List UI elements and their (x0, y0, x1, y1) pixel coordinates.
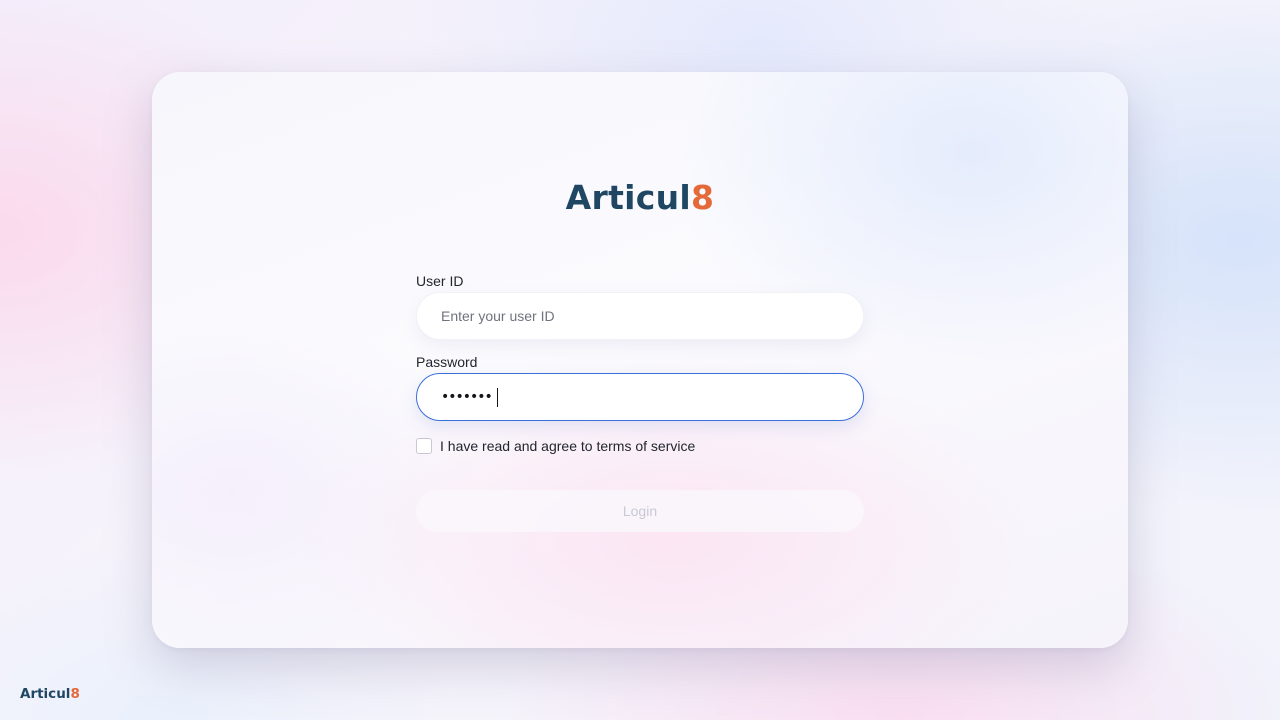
password-masked-value: ••••••• (441, 389, 493, 405)
logo-wordmark: Articul (565, 178, 692, 217)
password-label: Password (416, 354, 478, 370)
user-id-field-wrapper (416, 292, 864, 340)
password-input[interactable]: ••••••• (416, 373, 864, 421)
terms-label[interactable]: I have read and agree to terms of servic… (440, 438, 695, 454)
footer-logo-wordmark: Articul (20, 686, 71, 702)
user-id-label: User ID (416, 273, 464, 289)
footer-logo-accent: 8 (70, 686, 80, 702)
text-caret (497, 388, 498, 407)
logo-accent: 8 (691, 178, 715, 217)
brand-logo: Articul8 (0, 178, 1280, 218)
user-id-input[interactable] (417, 293, 863, 339)
footer-logo: Articul8 (20, 685, 80, 703)
terms-checkbox[interactable] (416, 438, 432, 454)
terms-row: I have read and agree to terms of servic… (416, 436, 864, 456)
login-button[interactable]: Login (416, 490, 864, 532)
login-form: User ID Password ••••••• I have read and… (416, 272, 864, 532)
